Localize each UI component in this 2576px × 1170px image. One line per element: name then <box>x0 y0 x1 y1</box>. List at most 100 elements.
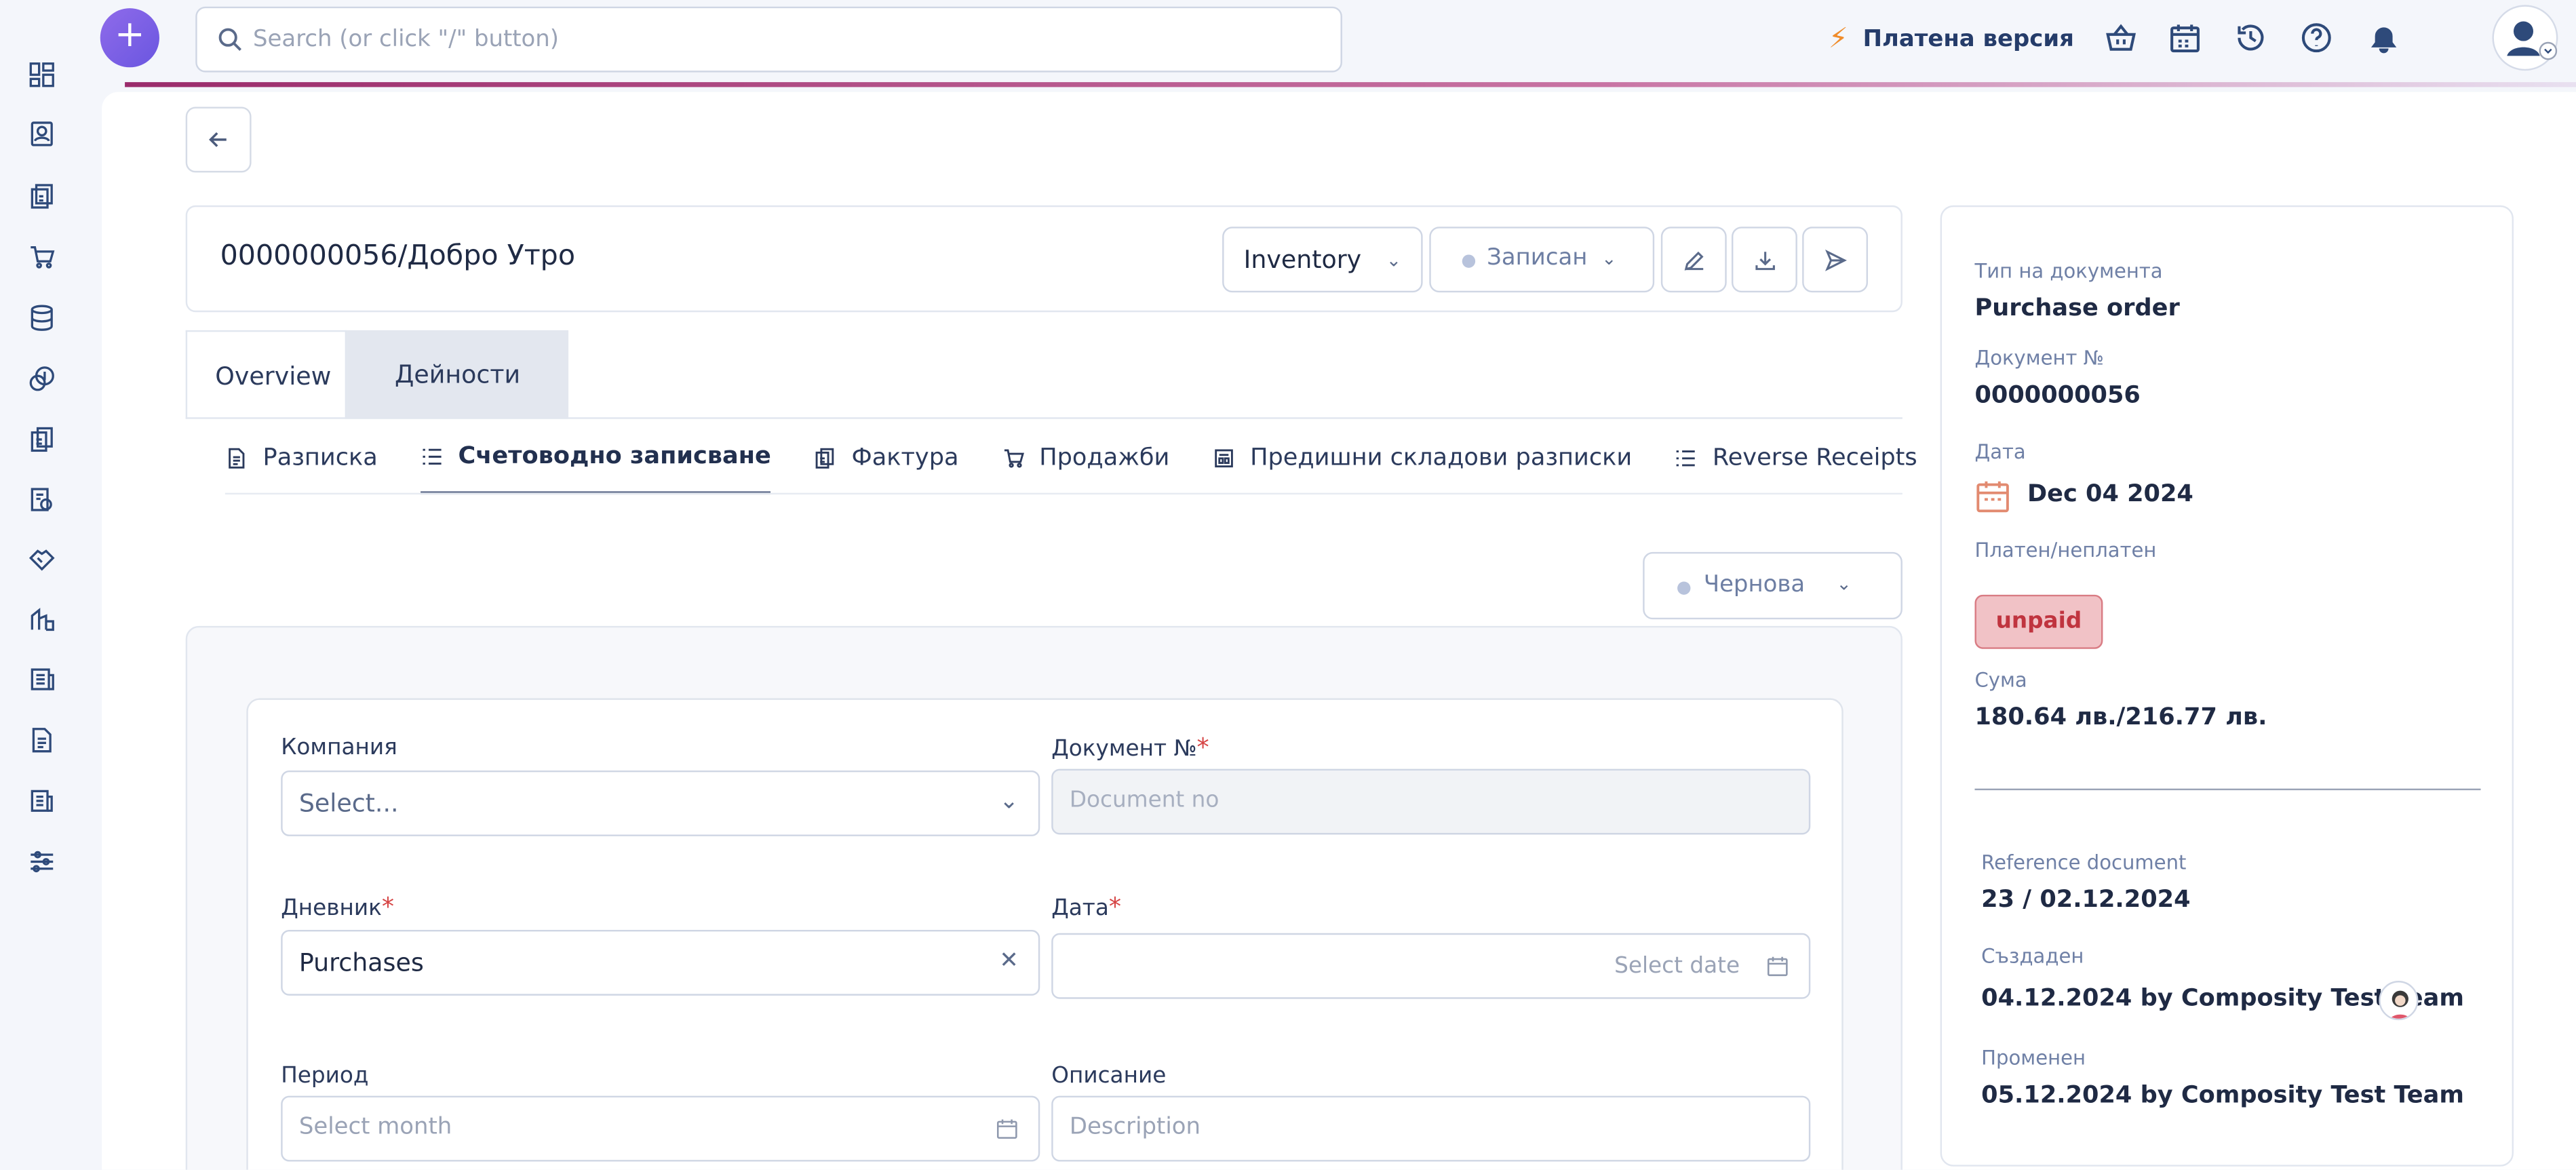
document-header-card: 0000000056/Добро Утро Inventory ⌄ Записа… <box>185 205 1902 313</box>
history-icon[interactable] <box>2234 21 2267 54</box>
company-select[interactable]: Select... ⌄ <box>281 771 1040 836</box>
company-label: Компания <box>281 734 397 761</box>
status-select[interactable]: Записан ⌄ <box>1429 227 1655 293</box>
period-placeholder: Select month <box>298 1114 452 1141</box>
reports-icon[interactable] <box>26 603 56 633</box>
document-info-card: Тип на документа Purchase order Документ… <box>1940 205 2514 1167</box>
date-input[interactable]: Select date <box>1051 933 1811 999</box>
help-icon[interactable] <box>2300 21 2333 54</box>
subtab-invoice-label: Фактура <box>851 444 959 471</box>
tabs-divider <box>185 417 1902 419</box>
chevron-down-icon: ⌄ <box>1601 248 1617 270</box>
status-select-value: Записан <box>1487 244 1588 271</box>
file-icon[interactable] <box>26 724 56 754</box>
docno-label: Документ №* <box>1051 733 1209 762</box>
cart-icon[interactable] <box>26 241 56 271</box>
modified-label: Променен <box>1981 1046 2086 1070</box>
basket-icon[interactable] <box>2105 21 2137 54</box>
subtab-reverse-receipts-label: Reverse Receipts <box>1712 444 1917 471</box>
warehouse-icon <box>1215 448 1233 467</box>
paid-version-link[interactable]: ⚡ Платена версия <box>1829 20 2074 59</box>
sub-tabs: Разписка Счетоводно записване Фактура Пр… <box>225 421 1960 495</box>
paid-version-label: Платена версия <box>1862 26 2074 53</box>
documents-icon[interactable] <box>26 424 56 454</box>
download-button[interactable] <box>1731 227 1797 293</box>
required-mark: * <box>1108 892 1122 922</box>
list-icon <box>1677 449 1696 466</box>
database-icon[interactable] <box>26 303 56 332</box>
journal-select[interactable]: Purchases ✕ <box>281 929 1040 996</box>
doc-type-label: Тип на документа <box>1974 259 2163 283</box>
docno-input[interactable]: Document no <box>1051 768 1811 835</box>
accounting-form: Компания Select... ⌄ Документ №* Documen… <box>246 698 1843 1170</box>
notifications-bell-icon[interactable] <box>2367 21 2400 54</box>
document-title: 0000000056/Добро Утро <box>220 239 576 273</box>
ledger-icon[interactable] <box>26 785 56 815</box>
reference-label: Reference document <box>1981 851 2187 874</box>
status-dot-icon <box>1677 581 1691 595</box>
calendar-icon <box>996 1117 1019 1147</box>
unpaid-badge: unpaid <box>1974 594 2103 649</box>
docno-label-text: Документ № <box>1051 736 1197 762</box>
subtab-receipt[interactable]: Разписка <box>225 421 378 494</box>
arrow-left-icon <box>209 132 227 147</box>
search-box[interactable] <box>195 6 1342 73</box>
calendar-icon[interactable] <box>2168 21 2201 54</box>
created-label: Създаден <box>1981 944 2084 968</box>
chevron-down-icon: ⌄ <box>999 788 1019 815</box>
accounting-form-card: Компания Select... ⌄ Документ №* Documen… <box>185 625 1902 1170</box>
side-divider <box>1974 788 2481 791</box>
paid-status-label: Платен/неплатен <box>1974 539 2157 562</box>
chevron-down-icon: ⌄ <box>1836 573 1852 595</box>
handshake-icon[interactable] <box>26 544 56 574</box>
create-new-button[interactable]: + <box>100 8 159 68</box>
clear-icon[interactable]: ✕ <box>999 948 1018 975</box>
period-label: Период <box>281 1063 369 1089</box>
user-icon <box>2507 21 2558 60</box>
subtab-receipt-label: Разписка <box>262 444 378 471</box>
main-tabs: Overview Дейности <box>185 330 569 419</box>
tab-overview[interactable]: Overview <box>185 330 347 419</box>
back-button[interactable] <box>185 106 252 173</box>
draft-status-select[interactable]: Чернова ⌄ <box>1643 551 1902 620</box>
subtab-accounting-label: Счетоводно записване <box>458 442 771 469</box>
finance-icon[interactable] <box>26 363 56 393</box>
invoices-icon[interactable] <box>26 180 56 210</box>
tab-actions[interactable]: Дейности <box>347 330 569 419</box>
subtab-reverse-receipts[interactable]: Reverse Receipts <box>1675 421 1917 494</box>
send-button[interactable] <box>1802 227 1869 293</box>
inventory-select-value: Inventory <box>1243 244 1362 275</box>
description-input[interactable]: Description <box>1051 1095 1811 1162</box>
subtab-invoice[interactable]: Фактура <box>814 421 959 494</box>
calendar-icon <box>1766 954 1789 984</box>
doc-no-label: Документ № <box>1974 347 2104 370</box>
company-select-value: Select... <box>298 788 399 819</box>
contacts-icon[interactable] <box>26 118 56 148</box>
search-input[interactable] <box>253 26 1239 53</box>
creator-avatar <box>2379 981 2419 1021</box>
sliders-icon[interactable] <box>26 846 56 876</box>
settings-docs-icon[interactable] <box>26 485 56 515</box>
app-stage: + ⚡ Платена версия 0000000056/Добро Утро… <box>0 0 2576 1170</box>
news-icon[interactable] <box>26 664 56 694</box>
subtab-previous-receipts[interactable]: Предишни складови разписки <box>1212 421 1632 494</box>
edit-button[interactable] <box>1660 227 1727 293</box>
search-icon <box>218 28 241 52</box>
date-label: Дата <box>1974 440 2026 464</box>
subtab-sales[interactable]: Продажби <box>1002 421 1170 494</box>
modified-value: 05.12.2024 by Composity Test Team <box>1981 1083 2464 1109</box>
subtab-sales-label: Продажби <box>1039 444 1170 471</box>
date-label-text: Дата <box>1051 895 1109 922</box>
inventory-select[interactable]: Inventory ⌄ <box>1222 227 1423 293</box>
period-input[interactable]: Select month <box>281 1095 1040 1162</box>
dashboard-icon[interactable] <box>26 59 56 89</box>
send-icon <box>1824 248 1846 271</box>
lightning-icon: ⚡ <box>1828 22 1848 56</box>
left-sidebar <box>0 0 83 1170</box>
download-icon <box>1755 250 1774 269</box>
journal-label: Дневник* <box>281 892 394 922</box>
list-icon <box>423 448 442 464</box>
subtab-accounting[interactable]: Счетоводно записване <box>420 421 771 495</box>
docno-placeholder: Document no <box>1069 787 1219 813</box>
user-avatar-menu[interactable] <box>2492 5 2558 71</box>
